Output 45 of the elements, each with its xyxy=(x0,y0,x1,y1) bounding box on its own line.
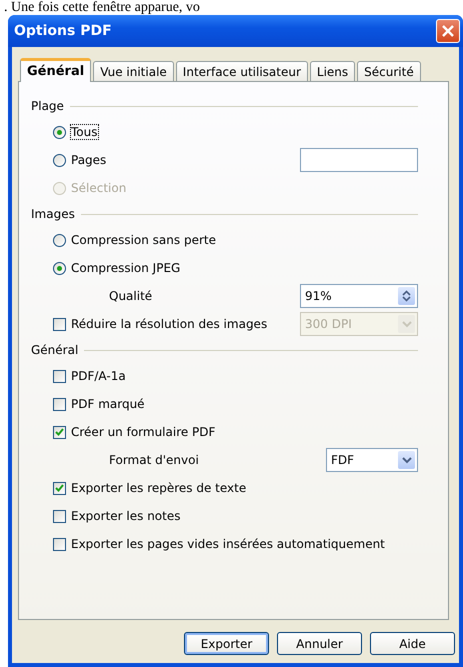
checkbox[interactable] xyxy=(53,370,66,382)
option-label[interactable]: Tous xyxy=(71,125,98,139)
section-title: Général xyxy=(31,343,78,357)
radio-button[interactable] xyxy=(53,154,66,166)
checkbox[interactable] xyxy=(53,510,66,522)
section-title: Plage xyxy=(31,99,64,113)
close-icon xyxy=(441,24,455,38)
dropdown[interactable]: FDF xyxy=(326,448,418,472)
radio-button[interactable] xyxy=(53,262,66,274)
section-title: Images xyxy=(31,207,75,221)
input-field[interactable] xyxy=(300,148,418,172)
radio-button[interactable] xyxy=(53,126,66,138)
field-label: Format d'envoi xyxy=(109,453,199,467)
tab[interactable]: Général xyxy=(20,58,92,82)
tab[interactable]: Vue initiale xyxy=(93,61,174,81)
tab[interactable]: Liens xyxy=(310,61,356,81)
dialog-button[interactable]: Aide xyxy=(370,632,455,655)
dialog-button[interactable]: Exporter xyxy=(184,632,269,655)
checkbox[interactable] xyxy=(53,538,66,550)
option-label[interactable]: Réduire la résolution des images xyxy=(71,317,268,331)
field-label: Qualité xyxy=(109,289,152,303)
option-label[interactable]: PDF/A-1a xyxy=(71,369,126,383)
spin-arrows-icon xyxy=(402,290,411,302)
option-label[interactable]: Exporter les notes xyxy=(71,509,180,523)
document-text: . Une fois cette fenêtre apparue, vo xyxy=(4,0,200,15)
option-label[interactable]: Pages xyxy=(71,153,106,167)
checkbox[interactable] xyxy=(53,318,66,330)
chevron-down-icon xyxy=(402,456,412,464)
checkbox[interactable] xyxy=(53,482,66,494)
dialog-button[interactable]: Annuler xyxy=(277,632,362,655)
option-label[interactable]: Créer un formulaire PDF xyxy=(71,425,216,439)
tab[interactable]: Interface utilisateur xyxy=(176,61,308,81)
radio-button[interactable] xyxy=(53,234,66,246)
option-label[interactable]: Exporter les pages vides insérées automatiquement xyxy=(71,537,385,551)
option-label[interactable]: Compression JPEG xyxy=(71,261,180,275)
close-button[interactable] xyxy=(436,19,460,43)
chevron-down-icon xyxy=(402,320,412,328)
window-title: Options PDF xyxy=(14,23,112,39)
tab[interactable]: Sécurité xyxy=(357,61,421,81)
checkbox[interactable] xyxy=(53,426,66,438)
option-label[interactable]: PDF marqué xyxy=(71,397,145,411)
option-label[interactable]: Compression sans perte xyxy=(71,233,216,247)
option-label[interactable]: Exporter les repères de texte xyxy=(71,481,246,495)
checkbox[interactable] xyxy=(53,398,66,410)
spin-field[interactable]: 91% xyxy=(300,284,418,308)
